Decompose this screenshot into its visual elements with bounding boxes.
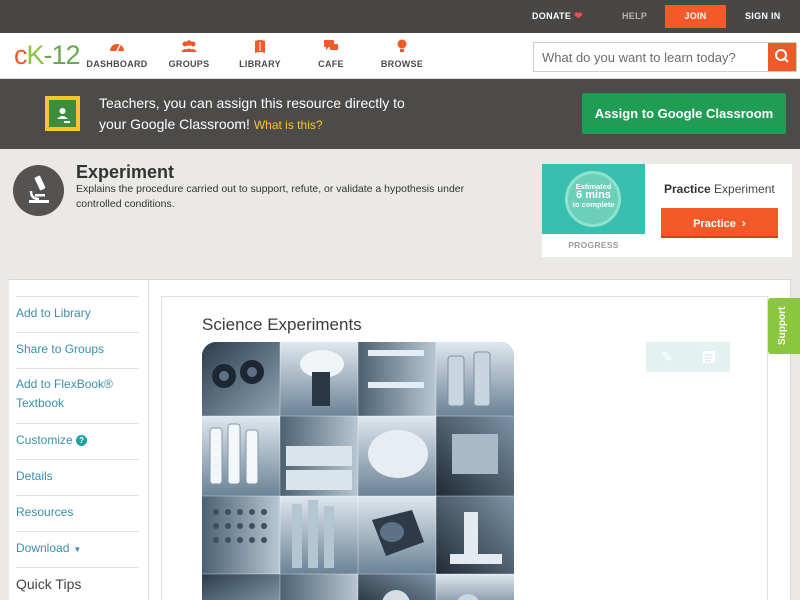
help-question-icon[interactable]: ? xyxy=(76,435,88,446)
sidebar: Add to Library Share to Groups Add to Fl… xyxy=(9,280,149,600)
cafe-icon xyxy=(291,39,371,57)
search-input[interactable] xyxy=(534,43,768,71)
top-utility-bar: DONATE ❤ HELP JOIN SIGN IN xyxy=(0,0,800,33)
practice-progress-graphic: Estimated 6 mins to complete xyxy=(542,164,645,234)
concept-description: Explains the procedure carried out to su… xyxy=(76,183,465,210)
donate-link[interactable]: DONATE ❤ xyxy=(532,0,583,33)
microscope-icon xyxy=(13,165,64,216)
notes-icon[interactable] xyxy=(688,342,730,372)
google-classroom-banner: Teachers, you can assign this resource d… xyxy=(0,79,800,149)
nav-browse[interactable]: BROWSE xyxy=(362,39,442,75)
browse-icon xyxy=(362,39,442,57)
assign-google-classroom-button[interactable]: Assign to Google Classroom xyxy=(582,93,786,134)
ck12-logo[interactable]: cK-12 xyxy=(14,41,81,69)
support-label: Support xyxy=(777,306,788,345)
nav-dashboard-label: DASHBOARD xyxy=(86,59,148,69)
donate-label: DONATE xyxy=(532,11,572,21)
help-link[interactable]: HELP xyxy=(622,0,647,33)
banner-line-2: your Google Classroom! xyxy=(99,116,250,132)
main-nav: cK-12 DASHBOARD GROUPS LIBRARY CAFE BROW… xyxy=(0,33,800,79)
nav-cafe-label: CAFE xyxy=(318,59,344,69)
nav-groups-label: GROUPS xyxy=(168,59,210,69)
resource-title: Science Experiments xyxy=(202,315,362,334)
science-experiments-image xyxy=(202,342,514,600)
heart-icon: ❤ xyxy=(574,11,583,22)
join-button[interactable]: JOIN xyxy=(665,5,726,28)
groups-icon xyxy=(149,39,229,57)
support-tab[interactable]: Support xyxy=(768,298,800,354)
sidebar-item-download[interactable]: Download ▼ xyxy=(16,531,139,560)
nav-library-label: LIBRARY xyxy=(239,59,281,69)
sidebar-item-share-to-groups[interactable]: Share to Groups xyxy=(16,332,139,359)
sidebar-item-resources[interactable]: Resources xyxy=(16,495,139,522)
chevron-right-icon: › xyxy=(741,216,746,230)
sidebar-item-details[interactable]: Details xyxy=(16,459,139,486)
practice-title: Practice Experiment xyxy=(664,182,775,196)
estimated-time: Estimated 6 mins to complete xyxy=(572,182,615,209)
resource-tools: ✎ xyxy=(646,342,730,372)
sidebar-item-add-to-library[interactable]: Add to Library xyxy=(16,296,139,323)
search-icon xyxy=(775,49,789,63)
what-is-this-link[interactable]: What is this? xyxy=(254,118,323,132)
sign-in-link[interactable]: SIGN IN xyxy=(745,0,781,33)
banner-message: Teachers, you can assign this resource d… xyxy=(99,93,549,136)
library-icon xyxy=(220,39,300,57)
practice-button[interactable]: Practice › xyxy=(661,208,778,238)
nav-groups[interactable]: GROUPS xyxy=(149,39,229,75)
nav-dashboard[interactable]: DASHBOARD xyxy=(77,39,157,75)
progress-label: PROGRESS xyxy=(568,240,619,250)
concept-title: Experiment xyxy=(76,162,175,182)
nav-library[interactable]: LIBRARY xyxy=(220,39,300,75)
sidebar-item-add-to-flexbook[interactable]: Add to FlexBook® Textbook xyxy=(16,368,139,413)
sidebar-item-customize[interactable]: Customize ? xyxy=(16,423,139,450)
nav-cafe[interactable]: CAFE xyxy=(291,39,371,75)
search-button[interactable] xyxy=(768,43,796,71)
quick-tips-heading[interactable]: Quick Tips xyxy=(16,567,139,594)
google-classroom-icon xyxy=(45,96,80,131)
pencil-icon[interactable]: ✎ xyxy=(646,342,688,372)
dashboard-icon xyxy=(77,39,157,57)
search-box xyxy=(533,42,797,72)
practice-card: Estimated 6 mins to complete PROGRESS Pr… xyxy=(542,164,792,257)
nav-browse-label: BROWSE xyxy=(380,59,424,69)
banner-line-1: Teachers, you can assign this resource d… xyxy=(99,95,405,111)
caret-down-icon: ▼ xyxy=(73,545,82,554)
